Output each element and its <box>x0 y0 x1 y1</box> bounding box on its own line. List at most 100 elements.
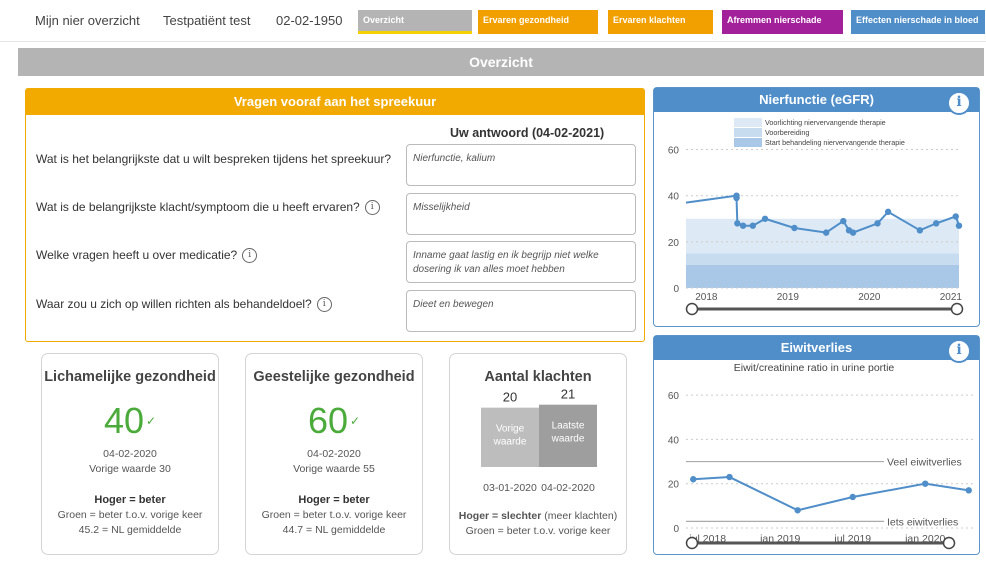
egfr-chart: 0 20 40 60 2018 2019 2020 2021 Voorlichting nier… <box>668 118 964 316</box>
info-icon[interactable]: i <box>242 248 258 264</box>
tab-afremmen-nierschade[interactable]: Afremmen nierschade <box>722 10 843 34</box>
complaints-rule: Hoger = slechter (meer klachten) <box>450 509 626 524</box>
proteinuria-slider-handle-right[interactable] <box>942 536 956 550</box>
info-icon[interactable]: i <box>316 297 332 313</box>
proteinuria-data-point <box>965 487 972 494</box>
question-4-text: Waar zou u zich op willen richten als be… <box>36 297 312 311</box>
proteinuria-y-tick: 40 <box>668 435 680 446</box>
proteinuria-panel: Eiwitverlies i Eiwit/creatinine ratio in… <box>653 335 980 555</box>
egfr-y-tick: 20 <box>668 238 680 249</box>
egfr-legend-label: Voorbereiding <box>765 128 809 137</box>
info-icon[interactable]: i <box>364 200 380 216</box>
egfr-band <box>686 218 959 254</box>
proteinuria-chart: Eiwit/creatinine ratio in urine portie 0 2… <box>668 362 976 550</box>
egfr-y-tick: 0 <box>673 284 679 295</box>
egfr-x-tick: 2021 <box>940 292 963 303</box>
answer-2-field[interactable]: Misselijkheid <box>406 193 636 235</box>
egfr-data-point <box>884 208 892 216</box>
rule-text: Hoger = beter <box>298 494 370 506</box>
egfr-data-point <box>791 224 798 232</box>
question-4: Waar zou u zich op willen richten als be… <box>36 297 332 313</box>
score-date: 04-02-2020 <box>103 448 157 460</box>
score-value: 40 ✓ <box>42 399 218 443</box>
complaints-rule-rest: (meer klachten) <box>541 510 618 522</box>
egfr-data-point <box>916 227 924 234</box>
complaints-bar-label: Laatste <box>552 421 585 432</box>
egfr-x-tick: 2018 <box>695 292 718 303</box>
tab-ervaren-gezondheid[interactable]: Ervaren gezondheid <box>478 10 598 34</box>
question-1: Wat is het belangrijkste dat u wilt besp… <box>36 152 391 166</box>
proteinuria-y-tick: 60 <box>668 391 680 402</box>
score-number: 40 <box>103 400 144 441</box>
question-2: Wat is de belangrijkste klacht/symptoom … <box>36 200 380 216</box>
card-title: Lichamelijke gezondheid <box>44 369 216 385</box>
proteinuria-data-point <box>849 493 856 501</box>
egfr-data-point <box>840 217 847 225</box>
egfr-data-point <box>733 194 740 202</box>
egfr-data-point <box>955 222 963 229</box>
card-title: Aantal klachten <box>484 369 592 385</box>
nl-average: 44.7 = NL gemiddelde <box>282 524 386 536</box>
score-number: 60 <box>307 400 348 441</box>
questions-panel: Vragen vooraf aan het spreekuur Uw antwo… <box>25 88 645 342</box>
proteinuria-y-tick: 0 <box>673 524 679 535</box>
top-bar: Mijn nier overzicht Testpatiënt test 02-… <box>0 0 986 42</box>
egfr-legend-swatch <box>734 118 762 127</box>
page-title-banner: Overzicht <box>18 48 984 76</box>
proteinuria-slider-handle-left[interactable] <box>685 536 699 550</box>
egfr-data-point <box>822 229 830 236</box>
proteinuria-subtitle: Eiwit/creatinine ratio in urine portie <box>734 362 895 374</box>
mental-health-card: Geestelijke gezondheid 60 ✓ 04-02-2020 Vo… <box>245 353 423 555</box>
egfr-x-tick: 2020 <box>858 292 881 303</box>
info-icon[interactable]: i <box>947 91 971 115</box>
egfr-y-tick: 40 <box>668 192 680 203</box>
complaints-bar-date: 03-01-2020 <box>483 482 537 494</box>
nl-average: 45.2 = NL gemiddelde <box>78 524 182 536</box>
birth-date: 02-02-1950 <box>276 13 343 28</box>
question-3-text: Welke vragen heeft u over medicatie? <box>36 248 238 262</box>
physical-health-card: Lichamelijke gezondheid 40 ✓ 04-02-2020 V… <box>41 353 219 555</box>
question-2-text: Wat is de belangrijkste klacht/symptoom … <box>36 200 360 214</box>
egfr-data-point <box>952 213 959 220</box>
rule-text: Hoger = beter <box>94 494 166 506</box>
egfr-data-point <box>932 220 940 227</box>
egfr-y-tick: 60 <box>668 146 680 157</box>
app-title: Mijn nier overzicht <box>35 13 140 28</box>
answer-1-field[interactable]: Nierfunctie, kalium <box>406 144 636 186</box>
questions-panel-title: Vragen vooraf aan het spreekuur <box>26 89 644 115</box>
green-legend: Groen = beter t.o.v. vorige keer <box>261 509 407 521</box>
egfr-legend-label: Start behandeling niervervangende therap… <box>765 138 905 147</box>
patient-name: Testpatiënt test <box>163 13 251 28</box>
tab-ervaren-klachten[interactable]: Ervaren klachten <box>608 10 713 34</box>
egfr-data-point <box>761 215 769 222</box>
tab-overzicht[interactable]: Overzicht <box>358 10 472 34</box>
complaints-bar-date: 04-02-2020 <box>541 482 595 494</box>
answer-3-field[interactable]: Inname gaat lastig en ik begrijp niet we… <box>406 241 636 283</box>
previous-value: Vorige waarde 30 <box>89 463 171 475</box>
egfr-x-tick: 2019 <box>777 292 800 303</box>
check-icon: ✓ <box>145 414 157 428</box>
egfr-panel: Nierfunctie (eGFR) i 0 20 40 60 2018 2019 2020… <box>653 87 980 327</box>
complaints-card: Aantal klachten 20 Vorige waarde 03-01-2020… <box>449 353 627 555</box>
egfr-legend-swatch <box>734 138 762 147</box>
proteinuria-y-tick: 20 <box>668 480 680 491</box>
answer-header: Uw antwoord (04-02-2021) <box>450 126 605 140</box>
proteinuria-reference-label: Iets eiwitverlies <box>887 516 958 528</box>
egfr-data-point <box>849 229 857 236</box>
proteinuria-data-point <box>690 476 697 483</box>
score-date: 04-02-2020 <box>307 448 361 460</box>
complaints-bar-chart: 20 Vorige waarde 03-01-2020 21 Laatste waarde 0… <box>481 389 597 494</box>
green-legend: Groen = beter t.o.v. vorige keer <box>465 525 611 537</box>
egfr-band <box>686 253 959 265</box>
info-icon[interactable]: i <box>947 339 971 363</box>
tab-effecten-nierschade[interactable]: Effecten nierschade in bloed <box>851 10 985 34</box>
answer-4-field[interactable]: Dieet en bewegen <box>406 290 636 332</box>
complaints-bar-value: 20 <box>503 390 517 405</box>
complaints-rule-bold: Hoger = slechter <box>458 510 542 522</box>
egfr-slider-handle-left[interactable] <box>685 302 699 316</box>
egfr-slider-handle-right[interactable] <box>950 302 964 316</box>
question-1-text: Wat is het belangrijkste dat u wilt besp… <box>36 152 392 166</box>
complaints-bar-value: 21 <box>561 389 575 402</box>
score-value: 60 ✓ <box>246 399 422 443</box>
proteinuria-data-point <box>726 473 733 481</box>
